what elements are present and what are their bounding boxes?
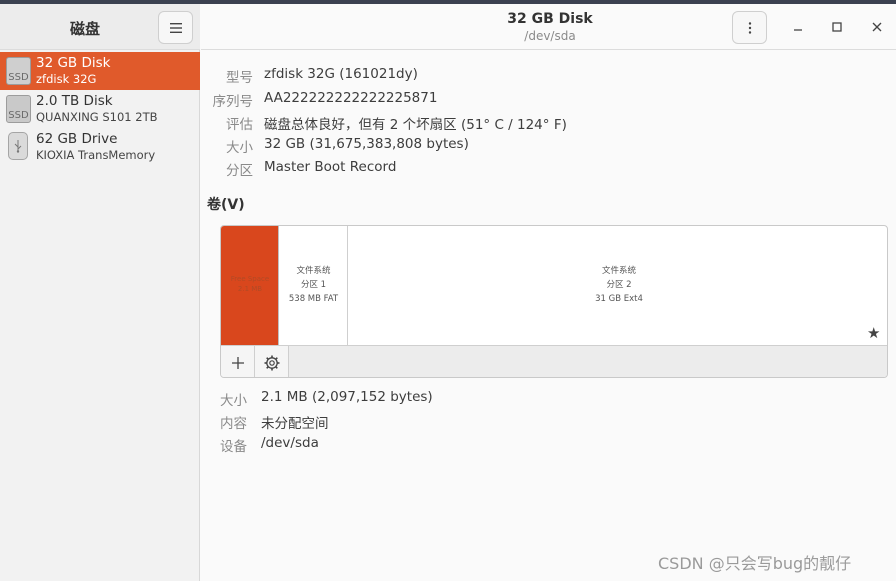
free-space-segment[interactable]: Free Space 2.1 MB	[221, 226, 279, 345]
app-menu-button[interactable]	[158, 11, 193, 44]
serial-label: 序列号	[212, 94, 254, 110]
gear-icon	[264, 355, 279, 370]
minimize-button[interactable]	[789, 18, 807, 36]
maximize-button[interactable]	[828, 18, 846, 36]
device-item-32gb-disk[interactable]: SSD 32 GB Disk zfdisk 32G	[0, 52, 200, 90]
model-label: 型号	[226, 70, 253, 86]
watermark: CSDN @只会写bug的靓仔	[658, 554, 852, 573]
size-value: 32 GB (31,675,383,808 bytes)	[264, 136, 469, 152]
device-name: 32 GB Disk	[36, 55, 111, 71]
close-icon	[872, 22, 882, 32]
device-model: zfdisk 32G	[36, 72, 97, 86]
disk-menu-button[interactable]	[732, 11, 767, 44]
volume-contents-label: 内容	[220, 416, 247, 432]
volume-contents-value: 未分配空间	[261, 416, 329, 432]
device-name: 62 GB Drive	[36, 131, 118, 147]
device-name: 2.0 TB Disk	[36, 93, 113, 109]
volume-options-button[interactable]	[255, 346, 289, 377]
minimize-icon	[794, 29, 802, 31]
usb-drive-icon	[8, 132, 28, 160]
ssd-icon: SSD	[6, 95, 31, 123]
serial-value: AA222222222222225871	[264, 90, 438, 106]
volumes-graphic: Free Space 2.1 MB 文件系统 分区 1 538 MB FAT 文…	[220, 225, 888, 378]
header-bar: 32 GB Disk /dev/sda	[201, 4, 896, 50]
create-partition-button[interactable]	[221, 346, 255, 377]
maximize-icon	[832, 22, 842, 32]
kebab-icon	[748, 21, 751, 34]
partitioning-value: Master Boot Record	[264, 159, 397, 175]
star-icon: ★	[867, 324, 881, 342]
partition-2-segment[interactable]: 文件系统 分区 2 31 GB Ext4 ★	[349, 226, 887, 345]
device-model: KIOXIA TransMemory	[36, 148, 156, 162]
add-icon	[231, 356, 244, 369]
volumes-heading: 卷(V)	[207, 197, 245, 213]
volume-size-label: 大小	[220, 393, 247, 409]
sidebar: 磁盘 SSD 32 GB Disk zfdisk 32G SSD 2.0 TB …	[0, 4, 200, 581]
size-label: 大小	[226, 140, 253, 156]
ssd-icon: SSD	[6, 57, 31, 85]
sidebar-header: 磁盘	[0, 4, 200, 50]
close-button[interactable]	[868, 18, 886, 36]
model-value: zfdisk 32G (161021dy)	[264, 66, 418, 82]
partitioning-label: 分区	[226, 163, 253, 179]
disk-title: 32 GB Disk	[507, 11, 593, 27]
assessment-value: 磁盘总体良好，但有 2 个坏扇区 (51° C / 124° F)	[264, 117, 567, 133]
device-item-62gb-drive[interactable]: 62 GB Drive KIOXIA TransMemory	[0, 128, 200, 166]
disks-window: 磁盘 SSD 32 GB Disk zfdisk 32G SSD 2.0 TB …	[0, 4, 896, 581]
device-item-2tb-disk[interactable]: SSD 2.0 TB Disk QUANXING S101 2TB	[0, 90, 200, 128]
volume-toolbar	[221, 345, 887, 377]
assessment-label: 评估	[226, 117, 253, 133]
volume-device-value: /dev/sda	[261, 435, 319, 451]
volume-size-value: 2.1 MB (2,097,152 bytes)	[261, 389, 433, 405]
hamburger-icon	[169, 22, 182, 33]
partition-1-segment[interactable]: 文件系统 分区 1 538 MB FAT	[280, 226, 348, 345]
device-model: QUANXING S101 2TB	[36, 110, 158, 124]
app-title: 磁盘	[69, 20, 100, 38]
volume-device-label: 设备	[220, 439, 247, 455]
disk-device-path: /dev/sda	[524, 29, 576, 43]
